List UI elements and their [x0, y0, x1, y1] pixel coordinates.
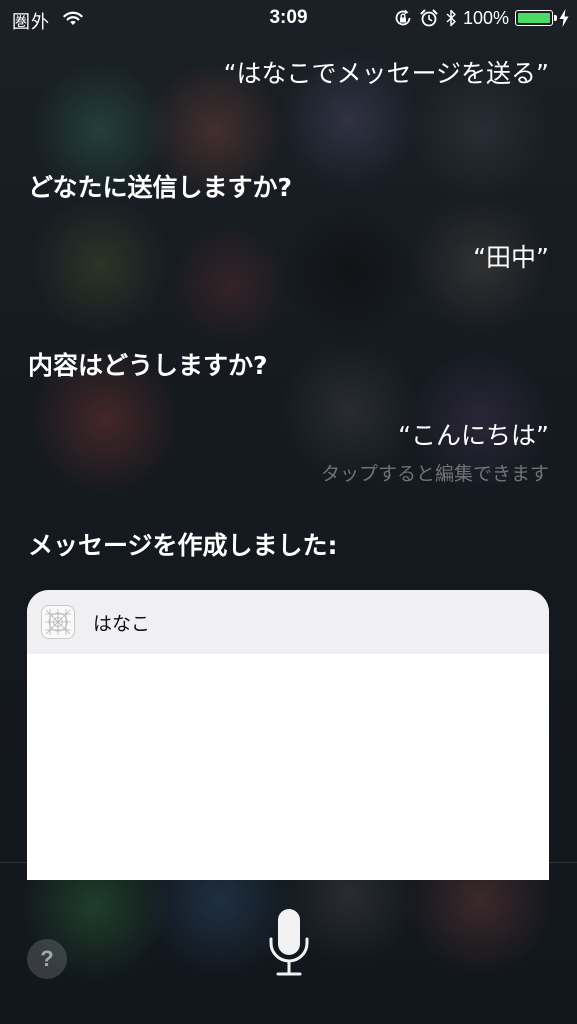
rotation-lock-icon — [393, 8, 413, 28]
siri-result-message: メッセージを作成しました: — [28, 531, 338, 560]
alarm-icon — [419, 8, 439, 28]
user-recipient-text[interactable]: “田中” — [473, 238, 549, 274]
status-bar: 圏外 3:09 100% — [0, 0, 577, 38]
message-card-header[interactable]: はなこ — [27, 590, 549, 654]
battery-fill — [518, 13, 550, 23]
battery-icon — [515, 10, 557, 26]
microphone-icon[interactable] — [265, 905, 313, 985]
tap-to-edit-hint: タップすると編集できます — [320, 463, 549, 485]
app-grid-icon — [41, 605, 75, 639]
status-right-group: 100% — [393, 7, 569, 29]
message-recipient-name: はなこ — [93, 612, 151, 635]
help-button[interactable]: ? — [27, 939, 67, 979]
user-command-text[interactable]: “はなこでメッセージを送る” — [224, 54, 549, 90]
message-preview-card[interactable]: はなこ — [27, 590, 549, 880]
bluetooth-icon — [445, 8, 457, 28]
bottom-divider — [0, 862, 577, 863]
user-content-text[interactable]: “こんにちは” — [398, 416, 549, 452]
siri-ask-recipient: どなたに送信しますか? — [28, 173, 293, 202]
battery-percent: 100% — [462, 7, 509, 28]
charging-bolt-icon — [559, 9, 569, 27]
siri-ask-content: 内容はどうしますか? — [28, 351, 268, 380]
